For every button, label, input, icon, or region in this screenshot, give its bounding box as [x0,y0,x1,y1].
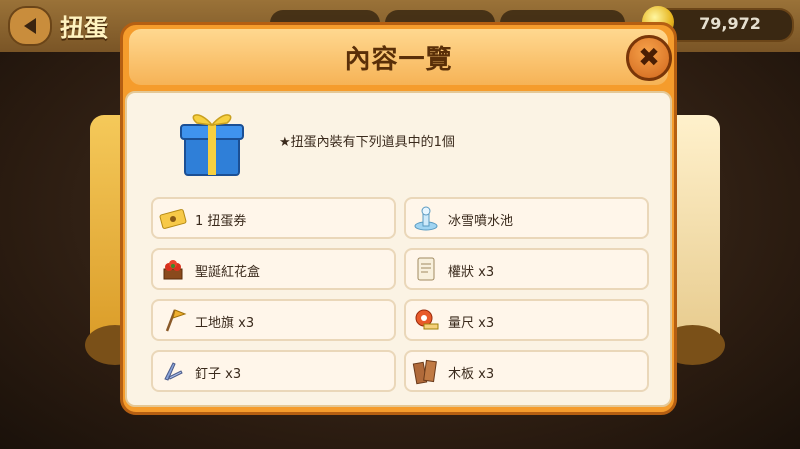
gift-box-icon [180,114,244,176]
list-item: 木板 x3 [404,350,649,392]
close-button[interactable]: ✖ [626,35,672,81]
deed-scroll-icon [417,257,435,281]
list-item: 權狀 x3 [404,248,649,290]
dialog-header: 內容一覽 ✖ [129,29,672,85]
item-label: 釘子 x3 [195,367,242,382]
item-label: 工地旗 x3 [195,316,255,331]
list-item: 冰雪噴水池 [404,197,649,239]
nail-icon [164,362,183,381]
item-label: 木板 x3 [448,367,495,382]
wood-plank-icon [412,359,437,385]
item-label: 權狀 x3 [448,265,495,280]
dialog-title: 內容一覽 [344,45,453,75]
intro-row: ★扭蛋內裝有下列道具中的1個 [149,103,654,183]
item-label: 量尺 x3 [448,316,495,331]
contents-dialog: 內容一覽 ✖ ★扭蛋內裝有下列道具中的1個 1 扭蛋券 冰雪噴水池 聖誕紅花盒 … [120,22,677,415]
content-panel: ★扭蛋內裝有下列道具中的1個 1 扭蛋券 冰雪噴水池 聖誕紅花盒 權狀 x3 工… [125,91,672,407]
back-button[interactable] [8,6,52,46]
item-label: 聖誕紅花盒 [195,265,261,280]
item-label: 冰雪噴水池 [448,214,514,229]
measuring-tape-icon [415,309,439,330]
gacha-ticket-icon [159,209,187,229]
construction-flag-icon [165,309,187,332]
snow-fountain-icon [414,206,438,231]
list-item: 1 扭蛋券 [151,197,396,239]
list-item: 工地旗 x3 [151,299,396,341]
coin-value: 79,972 [699,14,761,33]
list-item: 量尺 x3 [404,299,649,341]
screen-title: 扭蛋 [60,14,108,42]
intro-text: ★扭蛋內裝有下列道具中的1個 [279,135,455,150]
back-arrow-icon [24,18,36,34]
list-item: 聖誕紅花盒 [151,248,396,290]
poinsettia-box-icon [163,260,183,280]
close-icon: ✖ [638,43,660,73]
item-label: 1 扭蛋券 [195,214,247,229]
list-item: 釘子 x3 [151,350,396,392]
